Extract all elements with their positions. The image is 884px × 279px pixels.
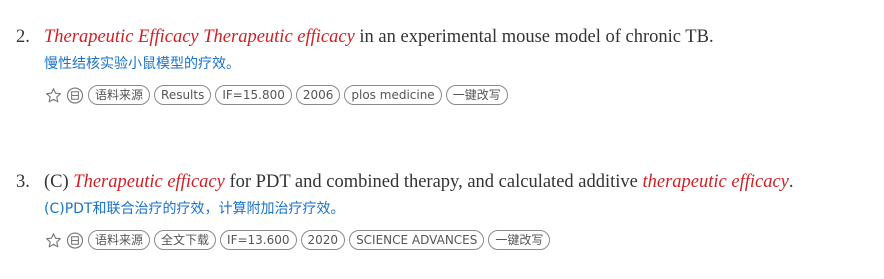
sentence-text: .	[788, 172, 794, 192]
sentence-text: for PDT and combined therapy, and calcul…	[224, 172, 643, 192]
impact-factor-tag[interactable]: IF=13.600	[220, 230, 297, 250]
result-toolbar: 语料来源 全文下载 IF=13.600 2020 SCIENCE ADVANCE…	[0, 229, 884, 251]
result-sentence: Therapeutic Efficacy Therapeutic efficac…	[44, 24, 714, 50]
reply-circle-icon[interactable]	[66, 231, 84, 249]
keyword-highlight: Therapeutic Efficacy Therapeutic efficac…	[44, 27, 355, 47]
fulltext-download-tag[interactable]: 全文下载	[154, 230, 217, 250]
journal-tag[interactable]: plos medicine	[344, 85, 442, 105]
year-tag[interactable]: 2006	[295, 85, 341, 105]
result-sentence-line: 2. Therapeutic Efficacy Therapeutic effi…	[0, 24, 884, 50]
section-tag[interactable]: Results	[154, 85, 212, 105]
journal-tag[interactable]: SCIENCE ADVANCES	[349, 230, 485, 250]
result-number: 3.	[16, 172, 30, 192]
rewrite-button[interactable]: 一键改写	[488, 230, 551, 250]
corpus-source-tag[interactable]: 语料来源	[88, 230, 151, 250]
result-sentence: (C) Therapeutic efficacy for PDT and com…	[44, 169, 794, 195]
result-number: 2.	[16, 27, 30, 47]
result-translation: 慢性结核实验小鼠模型的疗效。	[44, 56, 240, 72]
impact-factor-tag[interactable]: IF=15.800	[215, 85, 292, 105]
keyword-highlight: Therapeutic efficacy	[73, 172, 225, 192]
sentence-text: in an experimental mouse model of chroni…	[354, 27, 714, 47]
result-toolbar: 语料来源 Results IF=15.800 2006 plos medicin…	[0, 84, 884, 106]
result-item: 2. Therapeutic Efficacy Therapeutic effi…	[0, 24, 884, 106]
search-results-list: 2. Therapeutic Efficacy Therapeutic effi…	[0, 0, 884, 279]
result-sentence-line: 3. (C) Therapeutic efficacy for PDT and …	[0, 169, 884, 195]
reply-circle-icon[interactable]	[66, 86, 84, 104]
rewrite-button[interactable]: 一键改写	[445, 85, 508, 105]
star-outline-icon[interactable]	[44, 231, 62, 249]
result-translation: (C)PDT和联合治疗的疗效，计算附加治疗疗效。	[44, 201, 345, 217]
star-outline-icon[interactable]	[44, 86, 62, 104]
year-tag[interactable]: 2020	[300, 230, 346, 250]
keyword-highlight: therapeutic efficacy	[642, 172, 789, 192]
corpus-source-tag[interactable]: 语料来源	[88, 85, 151, 105]
result-item: 3. (C) Therapeutic efficacy for PDT and …	[0, 169, 884, 251]
sentence-prefix: (C)	[44, 172, 74, 192]
